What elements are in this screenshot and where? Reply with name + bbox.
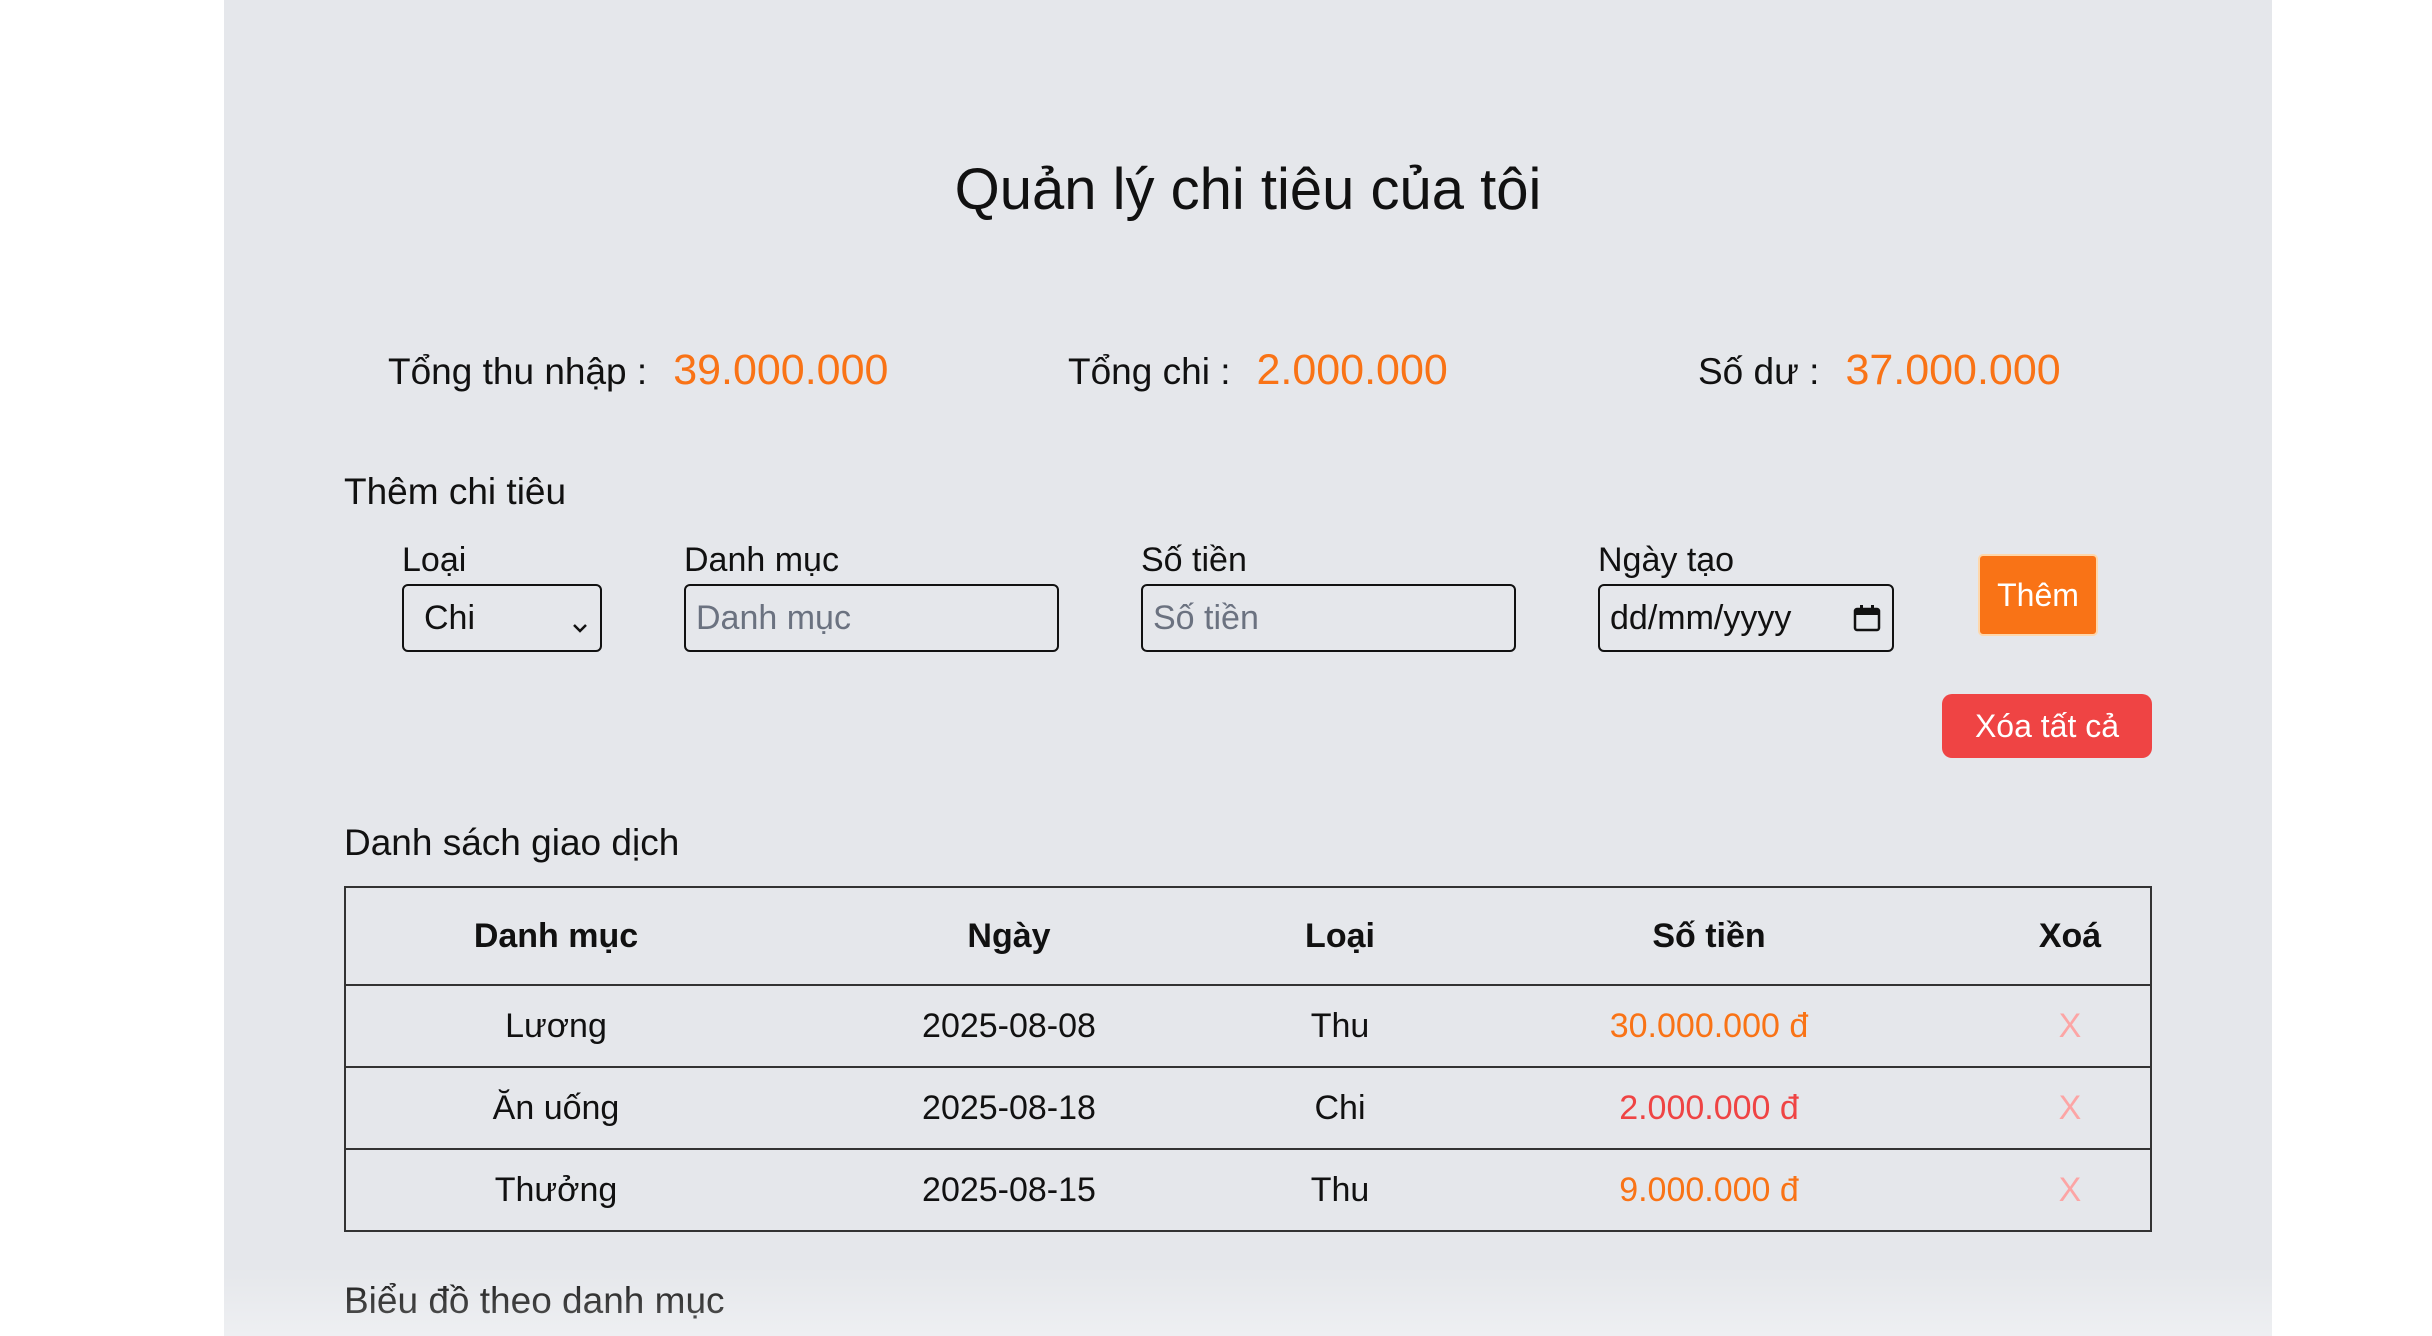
delete-row-button[interactable]: X [2059, 1089, 2082, 1127]
income-value: 39.000.000 [673, 346, 889, 394]
cell-type: Thu [1252, 984, 1428, 1068]
cell-category: Ăn uống [346, 1066, 766, 1150]
date-placeholder: dd/mm/yyyy [1610, 598, 1792, 637]
summary-balance: Số dư : 37.000.000 [1698, 346, 2061, 402]
table-row: Lương 2025-08-08 Thu 30.000.000 đ X [346, 984, 2150, 1068]
expense-value: 2.000.000 [1256, 346, 1448, 394]
type-label: Loại [402, 541, 467, 579]
category-input[interactable]: Danh mục [684, 584, 1059, 652]
table-row: Thưởng 2025-08-15 Thu 9.000.000 đ X [346, 1148, 2150, 1232]
main-panel: Quản lý chi tiêu của tôi Tổng thu nhập :… [224, 0, 2272, 1336]
type-select[interactable]: Chi [402, 584, 602, 652]
cell-category: Thưởng [346, 1148, 766, 1232]
transactions-title: Danh sách giao dịch [344, 822, 680, 863]
cell-amount: 9.000.000 đ [1428, 1148, 1990, 1232]
header-delete: Xoá [1990, 886, 2150, 986]
cell-amount: 2.000.000 đ [1428, 1066, 1990, 1150]
summary-expense: Tổng chi : 2.000.000 [1068, 346, 1448, 402]
cell-date: 2025-08-15 [766, 1148, 1252, 1232]
cell-delete: X [1990, 984, 2150, 1068]
balance-label: Số dư : [1698, 351, 1820, 392]
amount-input[interactable]: Số tiền [1141, 584, 1516, 652]
clear-all-button[interactable]: Xóa tất cả [1942, 694, 2152, 758]
balance-value: 37.000.000 [1845, 346, 2061, 394]
expense-label: Tổng chi : [1068, 351, 1231, 392]
chart-section-title: Biểu đồ theo danh mục [344, 1280, 725, 1321]
transactions-table-wrap: Danh mục Ngày Loại Số tiền Xoá Lương 202… [344, 886, 2152, 1232]
date-label: Ngày tạo [1598, 541, 1735, 579]
transactions-table: Danh mục Ngày Loại Số tiền Xoá Lương 202… [346, 886, 2150, 1232]
calendar-icon[interactable] [1852, 603, 1882, 633]
chevron-down-icon [570, 608, 590, 633]
page-title: Quản lý chi tiêu của tôi [954, 157, 1542, 222]
category-label: Danh mục [684, 541, 839, 579]
cell-date: 2025-08-08 [766, 984, 1252, 1068]
cell-delete: X [1990, 1066, 2150, 1150]
table-row: Ăn uống 2025-08-18 Chi 2.000.000 đ X [346, 1066, 2150, 1150]
cell-type: Chi [1252, 1066, 1428, 1150]
delete-row-button[interactable]: X [2059, 1007, 2082, 1045]
amount-placeholder: Số tiền [1153, 598, 1259, 637]
cell-category: Lương [346, 984, 766, 1068]
delete-row-button[interactable]: X [2059, 1171, 2082, 1209]
cell-amount: 30.000.000 đ [1428, 984, 1990, 1068]
cell-type: Thu [1252, 1148, 1428, 1232]
header-category: Danh mục [346, 886, 766, 986]
cell-date: 2025-08-18 [766, 1066, 1252, 1150]
type-selected-value: Chi [424, 598, 476, 637]
header-date: Ngày [766, 886, 1252, 986]
income-label: Tổng thu nhập : [388, 351, 648, 392]
header-amount: Số tiền [1428, 886, 1990, 986]
add-expense-title: Thêm chi tiêu [344, 471, 567, 512]
date-input[interactable]: dd/mm/yyyy [1598, 584, 1894, 652]
category-placeholder: Danh mục [696, 598, 851, 637]
cell-delete: X [1990, 1148, 2150, 1232]
summary-income: Tổng thu nhập : 39.000.000 [388, 346, 888, 402]
header-type: Loại [1252, 886, 1428, 986]
amount-label: Số tiền [1141, 541, 1247, 579]
table-header-row: Danh mục Ngày Loại Số tiền Xoá [346, 886, 2150, 986]
add-button[interactable]: Thêm [1978, 554, 2098, 636]
